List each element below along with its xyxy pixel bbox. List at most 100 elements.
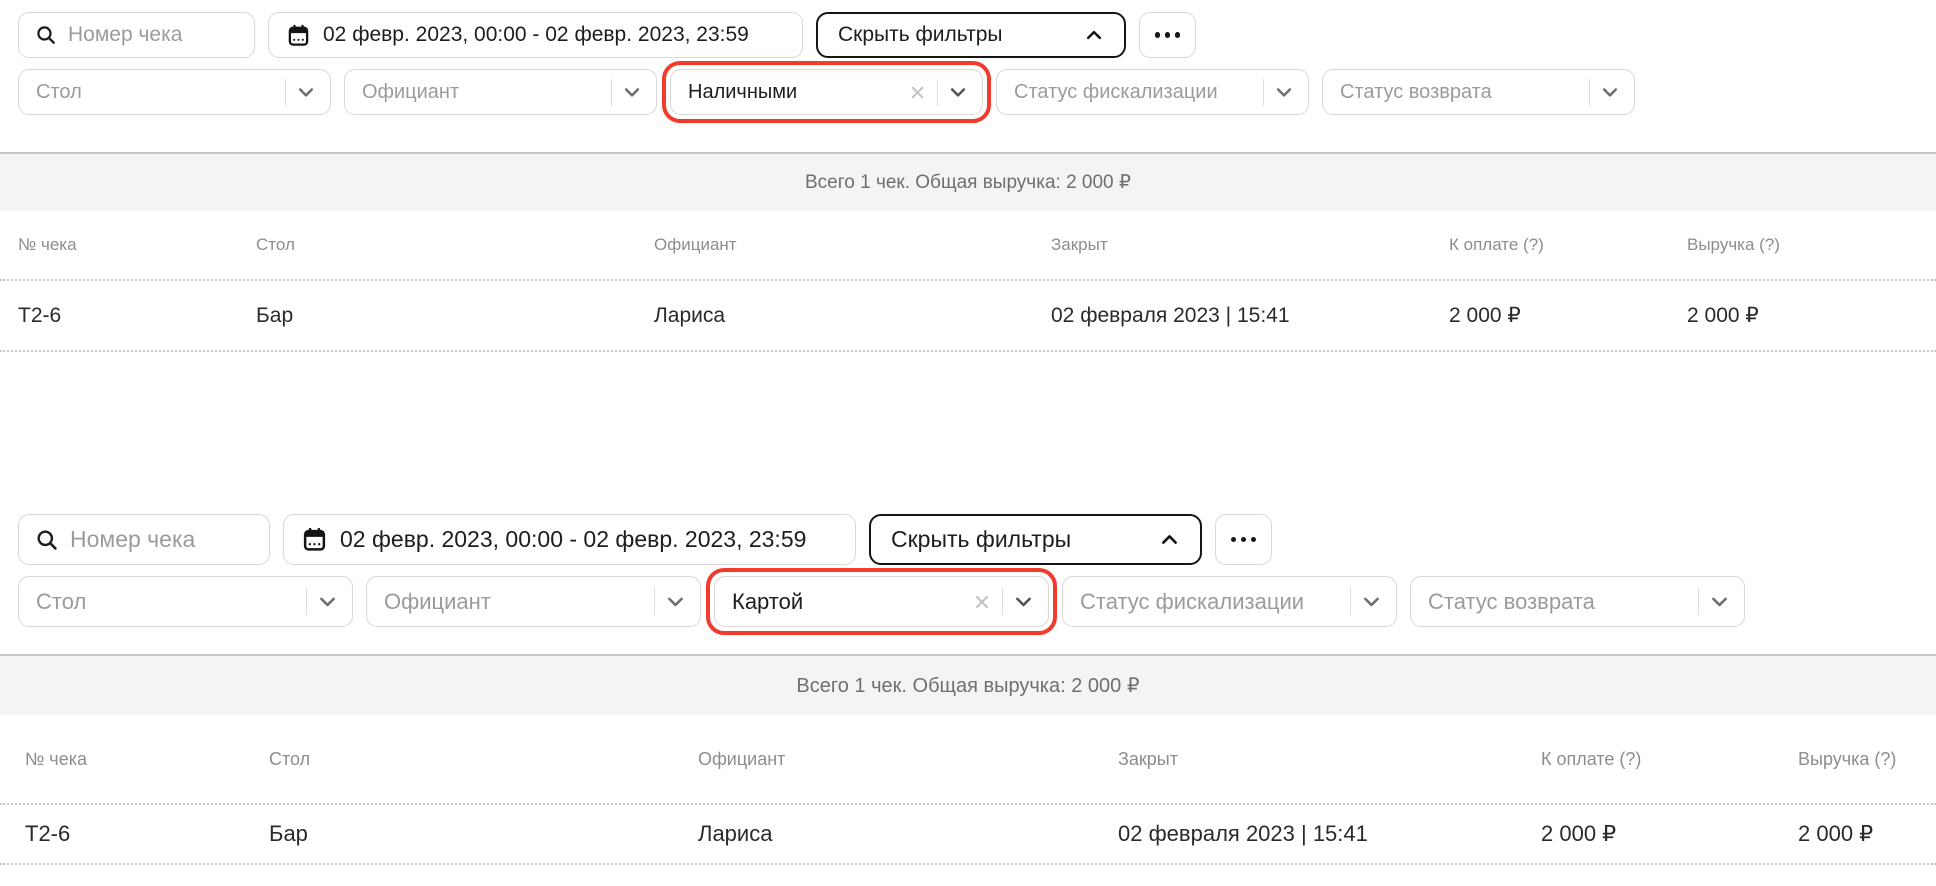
column-header-closed: Закрыт xyxy=(1051,235,1449,255)
filter-label: Стол xyxy=(36,81,275,104)
divider xyxy=(1263,79,1265,106)
search-icon xyxy=(35,24,57,46)
cell-waiter: Лариса xyxy=(698,821,1118,847)
filter-payment-method[interactable]: Картой xyxy=(714,576,1049,627)
filter-label: Официант xyxy=(384,589,644,615)
cell-closed: 02 февраля 2023 | 15:41 xyxy=(1118,821,1541,847)
column-header-to-pay: К оплате (?) xyxy=(1449,235,1687,255)
cell-receipt-no: T2-6 xyxy=(25,821,269,847)
chevron-up-icon xyxy=(1084,25,1104,45)
receipt-search[interactable] xyxy=(18,514,270,565)
chevron-down-icon[interactable] xyxy=(296,82,316,102)
clear-filter-icon[interactable] xyxy=(972,592,992,612)
cell-waiter: Лариса xyxy=(654,304,1051,328)
filter-label: Картой xyxy=(732,589,962,615)
column-header-table: Стол xyxy=(256,235,654,255)
column-header-revenue: Выручка (?) xyxy=(1687,235,1918,255)
column-header-table: Стол xyxy=(269,749,698,770)
chevron-down-icon[interactable] xyxy=(948,82,968,102)
filter-label: Стол xyxy=(36,589,296,615)
date-range-label: 02 февр. 2023, 00:00 - 02 февр. 2023, 23… xyxy=(340,526,806,553)
calendar-icon xyxy=(302,527,327,552)
divider xyxy=(611,79,613,106)
cell-table: Бар xyxy=(256,304,654,328)
filter-label: Наличными xyxy=(688,81,898,104)
toolbar: 02 февр. 2023, 00:00 - 02 февр. 2023, 23… xyxy=(0,12,1936,58)
chevron-down-icon[interactable] xyxy=(1013,591,1034,612)
clear-filter-icon[interactable] xyxy=(908,83,927,102)
receipts-view-cash: 02 февр. 2023, 00:00 - 02 февр. 2023, 23… xyxy=(0,0,1936,352)
divider xyxy=(654,588,656,615)
cell-to-pay: 2 000 ₽ xyxy=(1449,303,1687,328)
summary-bar: Всего 1 чек. Общая выручка: 2 000 ₽ xyxy=(0,152,1936,211)
receipt-number-input[interactable] xyxy=(70,526,253,553)
hide-filters-label: Скрыть фильтры xyxy=(891,526,1071,553)
chevron-down-icon[interactable] xyxy=(1274,82,1294,102)
divider xyxy=(937,79,939,106)
filter-waiter[interactable]: Официант xyxy=(344,69,657,115)
cell-receipt-no: T2-6 xyxy=(18,304,256,328)
filter-table[interactable]: Стол xyxy=(18,69,331,115)
hide-filters-button[interactable]: Скрыть фильтры xyxy=(816,12,1126,58)
divider xyxy=(306,588,308,615)
hide-filters-label: Скрыть фильтры xyxy=(838,23,1002,47)
ellipsis-icon xyxy=(1155,32,1161,38)
divider xyxy=(1698,588,1700,615)
more-options-button[interactable] xyxy=(1139,12,1196,58)
filter-label: Статус фискализации xyxy=(1014,81,1253,104)
chevron-down-icon[interactable] xyxy=(1600,82,1620,102)
filter-label: Статус возврата xyxy=(1340,81,1579,104)
search-icon xyxy=(35,528,59,552)
column-header-revenue: Выручка (?) xyxy=(1798,749,1911,770)
chevron-down-icon[interactable] xyxy=(665,591,686,612)
table-row[interactable]: T2-6 Бар Лариса 02 февраля 2023 | 15:41 … xyxy=(0,803,1936,865)
chevron-down-icon[interactable] xyxy=(1361,591,1382,612)
summary-text: Всего 1 чек. Общая выручка: 2 000 ₽ xyxy=(805,171,1131,194)
cell-closed: 02 февраля 2023 | 15:41 xyxy=(1051,304,1449,328)
table-header-row: № чека Стол Официант Закрыт К оплате (?)… xyxy=(0,715,1936,803)
chevron-down-icon[interactable] xyxy=(317,591,338,612)
summary-text: Всего 1 чек. Общая выручка: 2 000 ₽ xyxy=(796,673,1139,698)
column-header-receipt-no: № чека xyxy=(18,235,256,255)
cell-table: Бар xyxy=(269,821,698,847)
table-row[interactable]: T2-6 Бар Лариса 02 февраля 2023 | 15:41 … xyxy=(0,279,1936,352)
filter-fiscal-status[interactable]: Статус фискализации xyxy=(996,69,1309,115)
ellipsis-icon xyxy=(1231,537,1237,543)
more-options-button[interactable] xyxy=(1215,514,1272,565)
date-range-picker[interactable]: 02 февр. 2023, 00:00 - 02 февр. 2023, 23… xyxy=(268,12,803,58)
column-header-receipt-no: № чека xyxy=(25,749,269,770)
filter-refund-status[interactable]: Статус возврата xyxy=(1322,69,1635,115)
cell-revenue: 2 000 ₽ xyxy=(1798,821,1911,847)
column-header-waiter: Официант xyxy=(654,235,1051,255)
chevron-down-icon[interactable] xyxy=(1709,591,1730,612)
filter-waiter[interactable]: Официант xyxy=(366,576,701,627)
toolbar: 02 февр. 2023, 00:00 - 02 февр. 2023, 23… xyxy=(0,514,1936,565)
column-header-to-pay: К оплате (?) xyxy=(1541,749,1798,770)
hide-filters-button[interactable]: Скрыть фильтры xyxy=(869,514,1202,565)
divider xyxy=(1589,79,1591,106)
filter-payment-method[interactable]: Наличными xyxy=(670,69,983,115)
filter-label: Статус фискализации xyxy=(1080,589,1340,615)
receipt-number-input[interactable] xyxy=(68,23,238,47)
date-range-label: 02 февр. 2023, 00:00 - 02 февр. 2023, 23… xyxy=(323,23,749,47)
divider xyxy=(1002,588,1004,615)
filter-label: Официант xyxy=(362,81,601,104)
divider xyxy=(1350,588,1352,615)
date-range-picker[interactable]: 02 февр. 2023, 00:00 - 02 февр. 2023, 23… xyxy=(283,514,856,565)
receipt-search[interactable] xyxy=(18,12,255,58)
calendar-icon xyxy=(287,24,310,47)
summary-bar: Всего 1 чек. Общая выручка: 2 000 ₽ xyxy=(0,654,1936,715)
filters-row: Стол Официант Картой Статус фискализ xyxy=(0,576,1936,627)
cell-to-pay: 2 000 ₽ xyxy=(1541,821,1798,847)
column-header-waiter: Официант xyxy=(698,749,1118,770)
chevron-up-icon xyxy=(1159,529,1180,550)
filter-refund-status[interactable]: Статус возврата xyxy=(1410,576,1745,627)
table-header-row: № чека Стол Официант Закрыт К оплате (?)… xyxy=(0,211,1936,279)
filter-table[interactable]: Стол xyxy=(18,576,353,627)
divider xyxy=(285,79,287,106)
chevron-down-icon[interactable] xyxy=(622,82,642,102)
filter-fiscal-status[interactable]: Статус фискализации xyxy=(1062,576,1397,627)
filters-row: Стол Официант Наличными Статус фиска xyxy=(0,69,1936,115)
column-header-closed: Закрыт xyxy=(1118,749,1541,770)
filter-label: Статус возврата xyxy=(1428,589,1688,615)
